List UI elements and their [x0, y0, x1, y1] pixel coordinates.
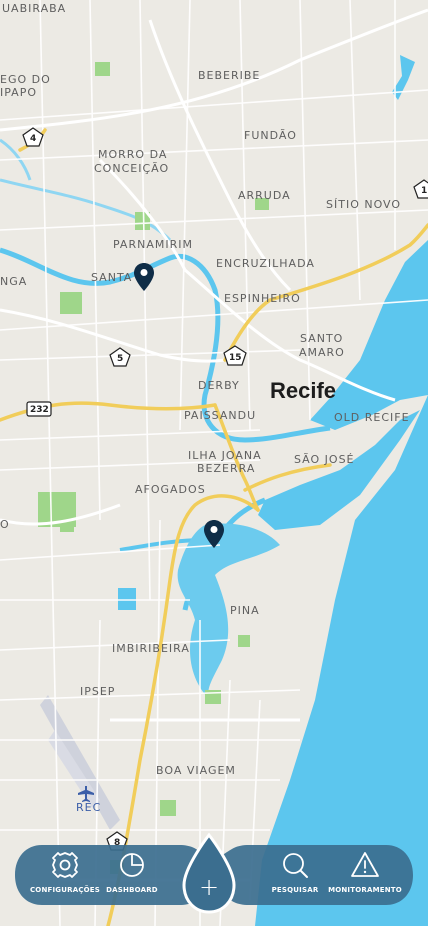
label-ipapo: IPAPO [0, 86, 37, 99]
location-pin-pina[interactable] [203, 519, 225, 549]
label-paissandu: PAISSANDU [184, 409, 256, 422]
label-beberibe: BEBERIBE [198, 69, 260, 82]
nav-monitoramento[interactable]: MONITORAMENTO [320, 850, 410, 904]
label-santo: SANTO [300, 332, 343, 345]
label-edge-o: O [0, 518, 10, 531]
label-imbiribeira: IMBIRIBEIRA [112, 642, 190, 655]
label-boa-viagem: BOA VIAGEM [156, 764, 236, 777]
label-santana: SANTA [91, 271, 132, 284]
label-derby: DERBY [198, 379, 240, 392]
label-sitio-novo: SÍTIO NOVO [326, 198, 401, 211]
map-view[interactable]: UABIRABA EGO DO IPAPO BEBERIBE FUNDÃO MO… [0, 0, 428, 926]
label-ilha-joana: ILHA JOANA [188, 449, 262, 462]
label-bezerra: BEZERRA [197, 462, 255, 475]
nav-dashboard[interactable]: DASHBOARD [87, 850, 177, 904]
pie-chart-icon [120, 853, 144, 877]
label-conceicao: CONCEIÇÃO [94, 162, 169, 175]
location-pin-santana[interactable] [133, 262, 155, 292]
label-morro-da: MORRO DA [98, 148, 167, 161]
label-espinheiro: ESPINHEIRO [224, 292, 301, 305]
label-rec: REC [76, 801, 101, 814]
label-arruda: ARRUDA [238, 189, 291, 202]
label-fundao: FUNDÃO [244, 129, 297, 142]
route-shield-232: 232 [26, 401, 52, 417]
settings-icon [52, 852, 78, 878]
nav-pesquisar-label: PESQUISAR [271, 886, 319, 894]
label-sao-jose: SÃO JOSÉ [294, 453, 355, 466]
warning-icon [351, 852, 379, 877]
label-afogados: AFOGADOS [135, 483, 206, 496]
label-ipsep: IPSEP [80, 685, 115, 698]
search-icon [283, 853, 308, 878]
svg-text:15: 15 [229, 353, 242, 363]
label-parnamirim: PARNAMIRIM [113, 238, 193, 251]
svg-text:4: 4 [30, 134, 36, 144]
nav-monitoramento-label: MONITORAMENTO [328, 886, 402, 894]
add-drop-button[interactable]: + [178, 833, 240, 915]
svg-text:5: 5 [117, 354, 123, 364]
label-encruzilhada: ENCRUZILHADA [216, 257, 315, 270]
city-label-recife: Recife [270, 378, 336, 403]
nav-dashboard-label: DASHBOARD [106, 886, 158, 894]
label-ego-do: EGO DO [0, 73, 51, 86]
label-old-recife: OLD RECIFE [334, 411, 410, 424]
label-nga: NGA [0, 275, 27, 288]
label-uabiraba: UABIRABA [2, 2, 66, 15]
label-pina: PINA [230, 604, 260, 617]
label-amaro: AMARO [299, 346, 345, 359]
svg-text:1: 1 [421, 186, 427, 196]
svg-text:232: 232 [30, 405, 49, 415]
plus-icon: + [199, 873, 219, 901]
